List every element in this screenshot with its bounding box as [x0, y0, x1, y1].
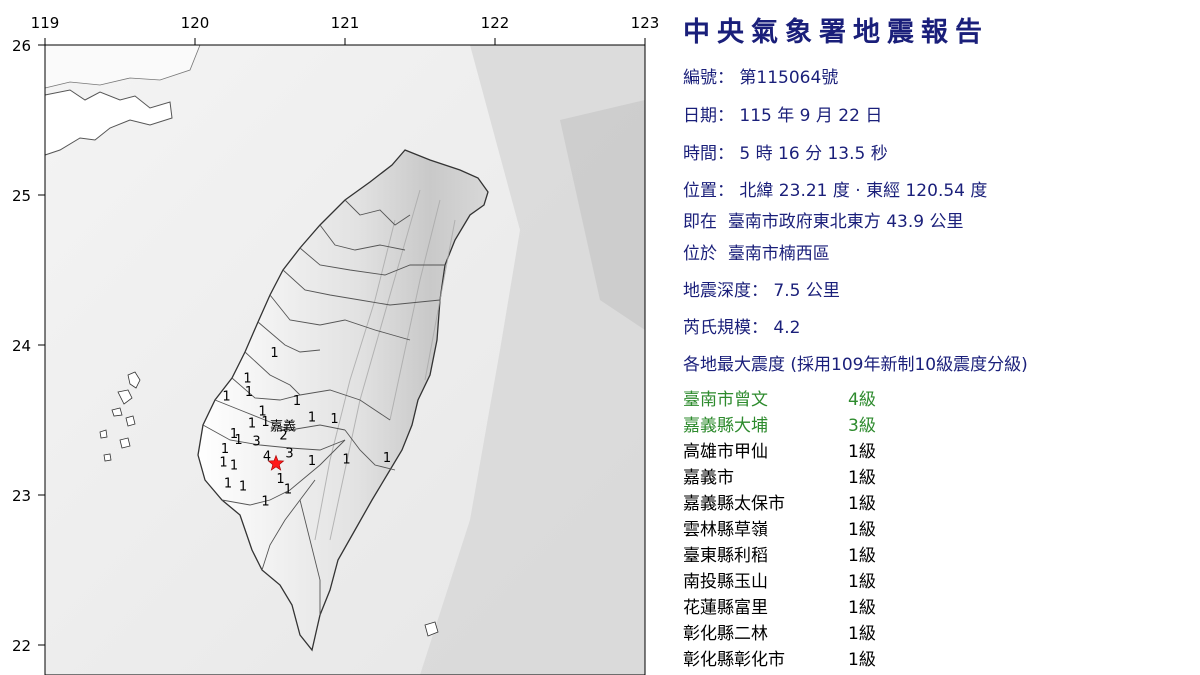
lat-tick-label: 24: [12, 337, 31, 355]
intensity-marker: 1: [248, 417, 256, 432]
station-row: 高雄市甲仙 1級: [683, 437, 943, 463]
lat-tick-label: 23: [12, 487, 31, 505]
intensity-marker: 1: [230, 459, 238, 474]
relative-location-row: 即在 臺南市政府東北東方 43.9 公里: [683, 207, 963, 232]
station-row: 臺南市曾文 4級: [683, 385, 943, 411]
intensity-marker: 3: [285, 447, 293, 462]
report-number-label: 編號：: [683, 68, 734, 88]
lon-tick-label: 123: [631, 14, 660, 32]
lat-tick-label: 26: [12, 37, 31, 55]
lat-tick-label: 22: [12, 637, 31, 655]
intensity-marker: 2: [279, 429, 287, 444]
station-level: 1級: [848, 468, 876, 488]
station-row: 嘉義市 1級: [683, 463, 943, 489]
intensity-marker: 1: [308, 411, 316, 426]
report-number-row: 編號： 第115064號: [683, 63, 838, 88]
time-value: 5 時 16 分 13.5 秒: [739, 144, 888, 164]
station-name: 南投縣玉山: [683, 572, 768, 592]
intensity-marker: 1: [330, 412, 338, 427]
station-name: 彰化縣彰化市: [683, 650, 785, 670]
intensity-marker: 1: [219, 456, 227, 471]
station-level: 1級: [848, 572, 876, 592]
intensity-heading: 各地最大震度 (採用109年新制10級震度分級): [683, 355, 1028, 375]
station-row: 花蓮縣富里 1級: [683, 593, 943, 619]
station-row: 嘉義縣太保市 1級: [683, 489, 943, 515]
time-label: 時間：: [683, 144, 734, 164]
intensity-marker: 1: [284, 483, 292, 498]
station-name: 臺南市曾文: [683, 390, 768, 410]
station-name: 嘉義縣太保市: [683, 494, 785, 514]
relative-value: 臺南市政府東北東方 43.9 公里: [727, 212, 964, 232]
map-canvas: 119 120 121 122 123 2625242322 嘉義 111 1111 1 1 1…: [12, 14, 660, 675]
station-level: 1級: [848, 650, 876, 670]
date-row: 日期： 115 年 9 月 22 日: [683, 101, 882, 126]
station-row: 南投縣玉山 1級: [683, 567, 943, 593]
station-level: 1級: [848, 442, 876, 462]
station-name: 嘉義縣大埔: [683, 416, 768, 436]
location-value: 北緯 23.21 度 · 東經 120.54 度: [739, 181, 988, 201]
intensity-marker: 1: [261, 415, 269, 430]
intensity-marker: 1: [383, 451, 391, 466]
station-name: 臺東縣利稻: [683, 546, 768, 566]
intensity-marker: 3: [252, 435, 260, 450]
location-row: 位置： 北緯 23.21 度 · 東經 120.54 度: [683, 176, 987, 201]
magnitude-row: 芮氏規模： 4.2: [683, 313, 800, 338]
station-name: 嘉義市: [683, 468, 734, 488]
intensity-marker: 1: [261, 495, 269, 510]
district-value: 臺南市楠西區: [727, 244, 830, 264]
lon-tick-label: 120: [181, 14, 210, 32]
station-row: 嘉義縣大埔 3級: [683, 411, 943, 437]
station-level: 4級: [848, 390, 876, 410]
relative-label: 即在: [683, 212, 717, 232]
location-label: 位置：: [683, 181, 734, 201]
lat-tick-label: 25: [12, 187, 31, 205]
depth-label: 地震深度：: [683, 281, 768, 301]
station-row: 臺東縣利稻 1級: [683, 541, 943, 567]
magnitude-label: 芮氏規模：: [683, 318, 768, 338]
station-row: 彰化縣二林 1級: [683, 619, 943, 645]
time-row: 時間： 5 時 16 分 13.5 秒: [683, 139, 888, 164]
station-name: 高雄市甲仙: [683, 442, 768, 462]
date-value: 115 年 9 月 22 日: [739, 106, 883, 126]
longitude-ticks: 119 120 121 122 123: [31, 14, 660, 45]
lon-tick-label: 119: [31, 14, 60, 32]
station-name: 彰化縣二林: [683, 624, 768, 644]
station-row: 彰化縣彰化市 1級: [683, 645, 943, 671]
intensity-marker: 1: [234, 433, 242, 448]
earthquake-map: 119 120 121 122 123 26 25 24 23 22 嘉義 1111111111…: [0, 0, 660, 675]
station-level: 1級: [848, 494, 876, 514]
intensity-marker: 1: [222, 390, 230, 405]
station-level: 3級: [848, 416, 876, 436]
intensity-marker: 1: [308, 454, 316, 469]
station-level: 1級: [848, 624, 876, 644]
station-level: 1級: [848, 546, 876, 566]
station-level: 1級: [848, 520, 876, 540]
intensity-marker: 1: [245, 385, 253, 400]
magnitude-value: 4.2: [773, 318, 801, 338]
station-name: 花蓮縣富里: [683, 598, 768, 618]
intensity-marker: 1: [342, 453, 350, 468]
report-title: 中央氣象署地震報告: [683, 17, 989, 48]
date-label: 日期：: [683, 106, 734, 126]
district-label: 位於: [683, 244, 717, 264]
station-name: 雲林縣草嶺: [683, 520, 768, 540]
earthquake-report-panel: 中央氣象署地震報告 編號： 第115064號 日期： 115 年 9 月 22 …: [683, 0, 1193, 675]
station-level: 1級: [848, 598, 876, 618]
report-number-value: 第115064號: [739, 68, 839, 88]
depth-row: 地震深度： 7.5 公里: [683, 276, 840, 301]
intensity-marker: 1: [224, 477, 232, 492]
latitude-ticks: 26 25 24 23 22: [12, 37, 45, 655]
depth-value: 7.5 公里: [773, 281, 840, 301]
lon-tick-label: 121: [331, 14, 360, 32]
intensity-marker: 1: [270, 346, 278, 361]
intensity-marker: 1: [239, 480, 247, 495]
lon-tick-label: 122: [481, 14, 510, 32]
intensity-marker: 1: [293, 394, 301, 409]
station-row: 雲林縣草嶺 1級: [683, 515, 943, 541]
district-row: 位於 臺南市楠西區: [683, 239, 830, 264]
